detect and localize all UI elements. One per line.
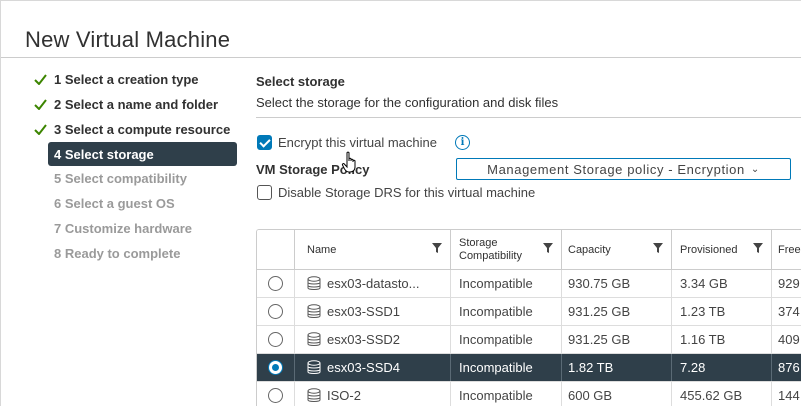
header-select-column <box>257 230 295 269</box>
encrypt-vm-label[interactable]: Encrypt this virtual machine <box>278 135 437 150</box>
step-compute-resource[interactable]: 3 Select a compute resource <box>29 117 241 142</box>
step-label: 8 Ready to complete <box>54 246 181 261</box>
checkmark-icon <box>34 74 54 85</box>
step-label: 5 Select compatibility <box>54 171 187 186</box>
step-name-folder[interactable]: 2 Select a name and folder <box>29 92 241 117</box>
datastore-icon <box>307 388 321 402</box>
row-radio[interactable] <box>268 332 283 347</box>
datastore-icon <box>307 360 321 374</box>
table-header: Name Storage Compatibility Capacity Provi… <box>257 230 801 270</box>
wizard-steps: 1 Select a creation type 2 Select a name… <box>29 67 241 266</box>
filter-icon[interactable] <box>653 243 663 253</box>
table-row[interactable]: esx03-SSD2 Incompatible 931.25 GB 1.16 T… <box>257 326 801 354</box>
section-description: Select the storage for the configuration… <box>256 95 559 110</box>
info-icon[interactable]: i <box>455 135 470 150</box>
hand-cursor-icon <box>341 151 356 173</box>
column-header-free[interactable]: Free <box>772 230 801 269</box>
datastore-icon <box>307 304 321 318</box>
checkmark-icon <box>34 99 54 110</box>
table-row[interactable]: esx03-SSD1 Incompatible 931.25 GB 1.23 T… <box>257 298 801 326</box>
step-label: 7 Customize hardware <box>54 221 192 236</box>
policy-selected-value: Management Storage policy - Encryption <box>487 161 745 177</box>
checkmark-icon <box>34 124 54 135</box>
vm-storage-policy-select[interactable]: Management Storage policy - Encryption ⌄ <box>456 158 791 180</box>
section-divider <box>256 117 801 118</box>
title-divider <box>1 57 801 58</box>
row-radio[interactable] <box>268 276 283 291</box>
step-select-storage[interactable]: 4 Select storage <box>48 142 237 166</box>
filter-icon[interactable] <box>432 243 442 253</box>
datastore-table: Name Storage Compatibility Capacity Provi… <box>256 229 801 406</box>
column-header-name[interactable]: Name <box>295 230 451 269</box>
step-label: 4 Select storage <box>54 146 154 162</box>
step-label: 2 Select a name and folder <box>54 97 219 112</box>
filter-icon[interactable] <box>753 243 763 253</box>
datastore-icon <box>307 276 321 290</box>
table-row-selected[interactable]: esx03-SSD4 Incompatible 1.82 TB 7.28 876 <box>257 354 801 382</box>
chevron-down-icon: ⌄ <box>750 163 760 175</box>
new-vm-dialog: New Virtual Machine 1 Select a creation … <box>0 0 801 406</box>
step-label: 3 Select a compute resource <box>54 122 231 137</box>
encrypt-vm-checkbox[interactable] <box>257 135 272 150</box>
filter-icon[interactable] <box>543 243 553 253</box>
row-radio[interactable] <box>268 388 283 403</box>
table-row[interactable]: ISO-2 Incompatible 600 GB 455.62 GB 144 <box>257 382 801 406</box>
table-row[interactable]: esx03-datasto... Incompatible 930.75 GB … <box>257 270 801 298</box>
disable-storage-drs-label[interactable]: Disable Storage DRS for this virtual mac… <box>278 185 535 200</box>
step-ready-to-complete: 8 Ready to complete <box>29 241 241 266</box>
step-guest-os: 6 Select a guest OS <box>29 191 241 216</box>
row-radio[interactable] <box>268 304 283 319</box>
step-label: 6 Select a guest OS <box>54 196 175 211</box>
column-header-capacity[interactable]: Capacity <box>562 230 672 269</box>
step-creation-type[interactable]: 1 Select a creation type <box>29 67 241 92</box>
column-header-storage-compatibility[interactable]: Storage Compatibility <box>451 230 562 269</box>
dialog-title: New Virtual Machine <box>25 27 231 52</box>
datastore-icon <box>307 332 321 346</box>
disable-storage-drs-checkbox[interactable] <box>257 185 272 200</box>
step-compatibility: 5 Select compatibility <box>29 166 241 191</box>
step-label: 1 Select a creation type <box>54 72 199 87</box>
column-header-provisioned[interactable]: Provisioned <box>672 230 772 269</box>
row-radio-selected[interactable] <box>268 360 283 375</box>
section-title: Select storage <box>256 74 345 89</box>
step-customize-hardware: 7 Customize hardware <box>29 216 241 241</box>
